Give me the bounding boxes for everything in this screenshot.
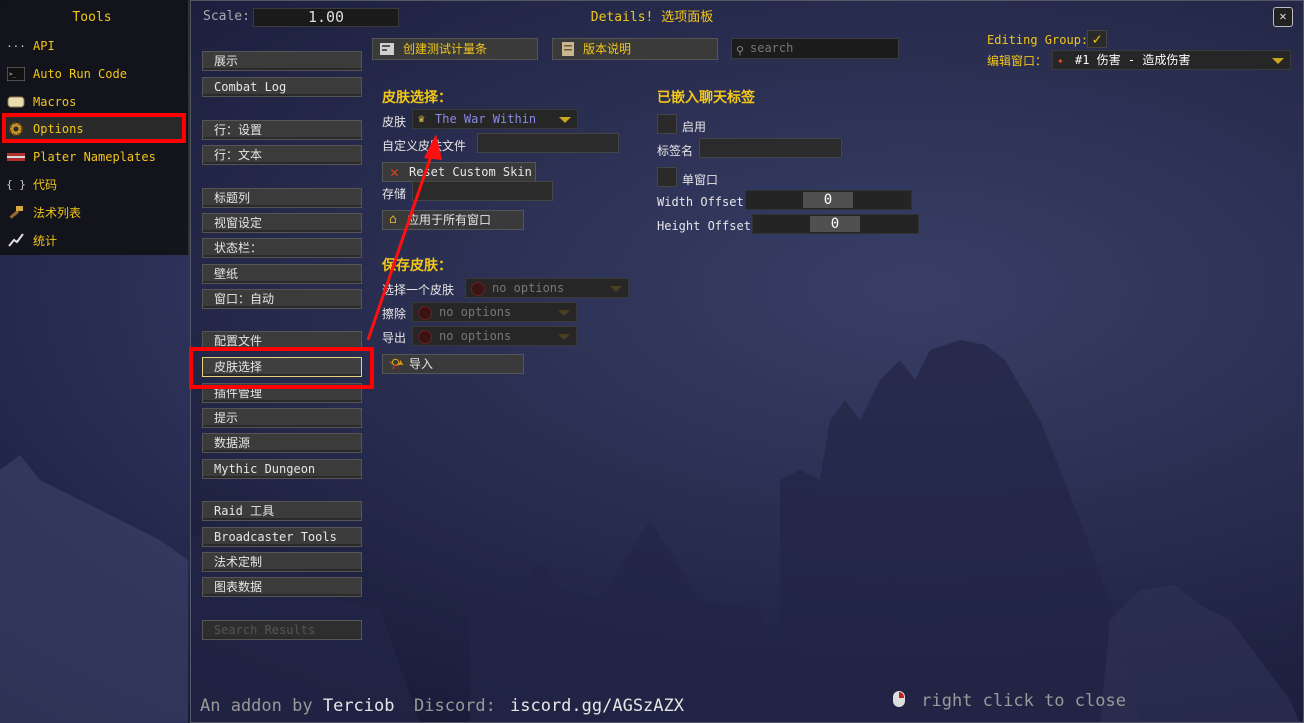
right-click-label: right click to close — [921, 691, 1126, 711]
footer-discord: Discord: — [414, 696, 496, 716]
mouse-icon — [893, 691, 905, 707]
addon-by-text: An addon by — [200, 696, 313, 716]
discord-label: Discord: — [414, 696, 496, 716]
author-name: Terciob — [322, 696, 395, 716]
footer-credit: An addon by Terciob — [200, 696, 395, 716]
discord-link[interactable]: iscord.gg/AGSzAZX — [510, 696, 684, 716]
right-click-hint: right click to close — [893, 690, 1126, 711]
annotation-arrow — [366, 134, 442, 341]
